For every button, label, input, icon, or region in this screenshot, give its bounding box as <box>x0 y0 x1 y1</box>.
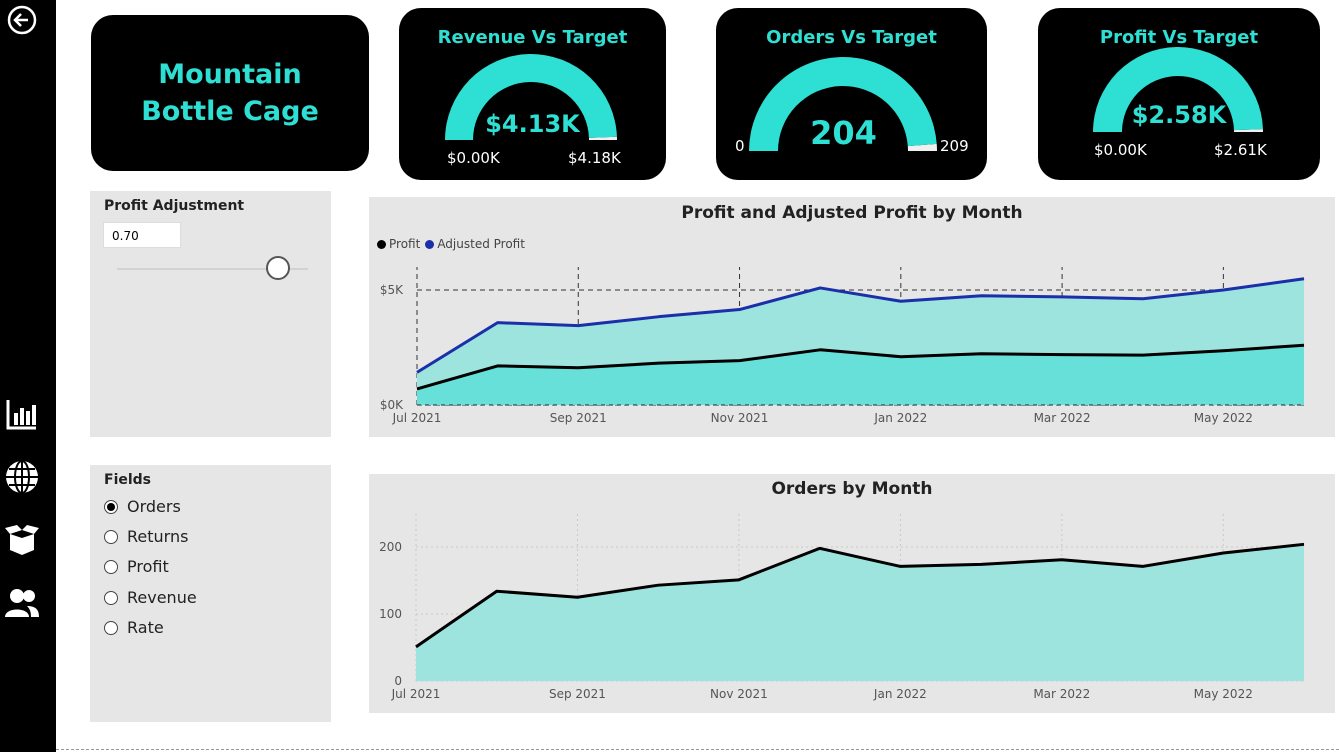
field-option-profit[interactable]: Profit <box>104 557 169 576</box>
series-area <box>416 544 1304 681</box>
y-tick-label: $5K <box>380 283 404 297</box>
radio-icon <box>104 620 118 635</box>
field-option-returns[interactable]: Returns <box>104 527 188 546</box>
fields-label: Fields <box>104 472 152 488</box>
x-tick-label: Mar 2022 <box>1034 411 1091 425</box>
product-title: Mountain Bottle Cage <box>141 59 319 127</box>
orders-chart: 0 100 200 Jul 2021 Sep 2021 Nov 2021 Jan 2022 M… <box>379 514 1305 701</box>
profit-chart: $0K $5K Jul 2021 Sep 2021 Nov 2021 Jan 2022 Ma… <box>380 267 1305 425</box>
gauge-min: $0.00K <box>1094 141 1147 159</box>
y-tick-label: $0K <box>380 398 404 412</box>
bar-chart-icon[interactable] <box>2 394 42 434</box>
page-border <box>56 749 1339 750</box>
profit-gauge <box>1093 47 1263 132</box>
y-tick-label: 0 <box>394 674 402 688</box>
profit-chart-panel: Profit and Adjusted Profit by Month Prof… <box>369 197 1335 437</box>
y-tick-label: 200 <box>379 540 402 554</box>
x-tick-label: Mar 2022 <box>1033 687 1090 701</box>
x-tick-label: Jul 2021 <box>392 411 442 425</box>
globe-icon[interactable] <box>2 457 42 497</box>
x-tick-label: Nov 2021 <box>710 687 768 701</box>
y-tick-label: 100 <box>379 607 402 621</box>
field-option-label: Profit <box>127 557 169 576</box>
profit-kpi-card: Profit Vs Target $2.58K $0.00K $2.61K <box>1038 8 1320 180</box>
field-option-rate[interactable]: Rate <box>104 618 164 637</box>
gauge-min: 0 <box>735 137 745 155</box>
revenue-gauge <box>445 54 617 140</box>
x-tick-label: May 2022 <box>1194 411 1253 425</box>
x-tick-label: Jul 2021 <box>391 687 441 701</box>
orders-kpi-card: Orders Vs Target 204 0 209 <box>716 8 987 180</box>
field-option-revenue[interactable]: Revenue <box>104 588 197 607</box>
x-tick-label: Sep 2021 <box>549 687 606 701</box>
product-title-card: Mountain Bottle Cage <box>91 15 369 171</box>
users-icon[interactable] <box>2 583 42 623</box>
profit-adjustment-slider-thumb[interactable] <box>266 256 290 280</box>
radio-selected-icon <box>104 499 118 514</box>
x-tick-label: May 2022 <box>1194 687 1253 701</box>
x-tick-label: Sep 2021 <box>550 411 607 425</box>
x-tick-label: Jan 2022 <box>873 411 927 425</box>
x-tick-label: Nov 2021 <box>711 411 769 425</box>
radio-icon <box>104 559 118 574</box>
x-tick-label: Jan 2022 <box>873 687 927 701</box>
kpi-value: $2.58K <box>1131 101 1227 129</box>
sidebar <box>0 0 56 752</box>
radio-icon <box>104 590 118 605</box>
field-option-label: Rate <box>127 618 164 637</box>
field-option-label: Orders <box>127 497 181 516</box>
gauge-max: $4.18K <box>568 149 621 167</box>
gauge-max: 209 <box>940 137 969 155</box>
orders-chart-panel: Orders by Month 0 100 200 Jul 2021 Sep 2021 N… <box>369 474 1335 713</box>
profit-adjustment-input[interactable]: 0.70 <box>103 222 181 248</box>
gauge-min: $0.00K <box>447 149 500 167</box>
back-arrow-icon[interactable] <box>2 0 42 40</box>
radio-icon <box>104 529 118 544</box>
profit-adjustment-label: Profit Adjustment <box>104 198 245 214</box>
kpi-value: $4.13K <box>485 110 580 138</box>
field-option-orders[interactable]: Orders <box>104 497 181 516</box>
field-option-label: Revenue <box>127 588 197 607</box>
field-option-label: Returns <box>127 527 189 546</box>
box-icon[interactable] <box>2 520 42 560</box>
revenue-kpi-card: Revenue Vs Target $4.13K $0.00K $4.18K <box>399 8 666 180</box>
gauge-max: $2.61K <box>1214 141 1267 159</box>
